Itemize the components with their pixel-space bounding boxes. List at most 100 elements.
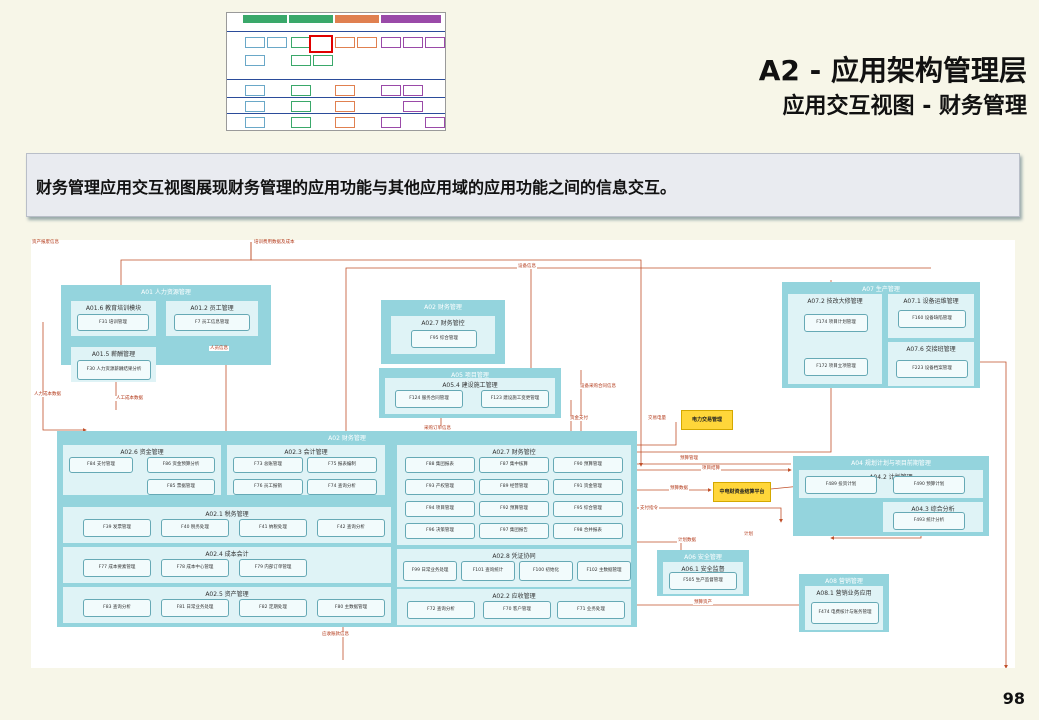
function-node[interactable]: F80 主数据管理 [317,599,385,617]
subdomain-box: A02.7 财务管控 F88 集团报表 F87 集中核算 F90 预算管理 F93 产权… [397,445,631,545]
subdomain-label: A07.6 交接班管理 [906,346,956,353]
function-node[interactable]: F78 成本中心管理 [161,559,229,577]
subdomain-box: A01.5 薪酬管理 F30 人力资源薪酬结果分析 [71,347,156,382]
function-node[interactable]: F75 报表编制 [307,457,377,473]
function-node[interactable]: F39 发票管理 [83,519,151,537]
edge-label: 交易电量 [647,416,667,421]
function-node[interactable]: F96 决策管理 [405,523,475,539]
subdomain-box: A05.4 建设施工管理 F124 服务合同管理 F123 建设施工变更管理 [385,378,555,414]
external-system-box[interactable]: 电力交易管理 [681,410,733,430]
edge-label: 培训费用数据及成本 [253,240,296,245]
function-node[interactable]: F82 定期处理 [239,599,307,617]
function-node[interactable]: F172 项目立项管理 [804,358,868,376]
function-node[interactable]: F223 设备档案管理 [896,360,968,378]
domain-label: A01 人力资源管理 [141,289,191,296]
function-node[interactable]: F95 综合管理 [553,501,623,517]
thumb-node [245,55,265,66]
function-node[interactable]: F174 项目计划管理 [804,314,868,332]
external-system-box[interactable]: 中电财资金结算平台 [713,482,771,502]
subdomain-box: A06.1 安全监督 F505 生产监督管理 [663,562,743,594]
function-node[interactable]: F70 客户管理 [483,601,551,619]
thumb-header-2 [289,15,333,23]
function-node[interactable]: F41 纳税处理 [239,519,307,537]
function-node[interactable]: F94 项目管理 [405,501,475,517]
thumb-row [227,113,445,114]
subdomain-box: A02.7 财务管控 F95 综合管理 [391,316,495,354]
function-node[interactable]: F93 产权管理 [405,479,475,495]
subdomain-label: A02.6 资金管理 [120,449,164,456]
thumb-node [403,85,423,96]
domain-box: A02 财务管理 A02.6 资金管理 F84 支付管理 F86 资金预算分析 F85 … [57,431,637,627]
thumb-header-1 [243,15,287,23]
function-node[interactable]: F474 电费核计与账务管理 [811,602,879,624]
function-node[interactable]: F74 查询分析 [307,479,377,495]
thumb-node [425,117,445,128]
function-node[interactable]: F100 初始化 [519,561,573,581]
function-node[interactable]: F90 预算管理 [553,457,623,473]
thumb-row [227,31,445,32]
function-node[interactable]: F489 投资计划 [805,476,877,494]
function-node[interactable]: F85 票据管理 [147,479,215,495]
function-node[interactable]: F72 查询分析 [407,601,475,619]
subdomain-label: A02.7 财务管控 [492,449,536,456]
function-node[interactable]: F84 支付管理 [69,457,133,473]
function-node[interactable]: F102 主数据管理 [577,561,631,581]
title-line-1: A2 - 应用架构管理层 [758,54,1027,87]
thumb-node [403,37,423,48]
domain-box: A02 财务管理 A02.7 财务管控 F95 综合管理 [381,300,505,364]
edge-label: 资产报废信息 [31,240,60,245]
function-node[interactable]: F81 日常业务处理 [161,599,229,617]
function-node[interactable]: F7 员工信息管理 [174,314,250,331]
subdomain-box: A02.6 资金管理 F84 支付管理 F86 资金预算分析 F85 票据管理 [63,445,221,495]
thumb-row [227,79,445,80]
function-node[interactable]: F101 查询统计 [461,561,515,581]
subdomain-label: A07.2 技改大修管理 [807,298,863,305]
thumb-node [245,37,265,48]
function-node[interactable]: F83 查询分析 [83,599,151,617]
function-node[interactable]: F31 培训管理 [77,314,149,331]
subdomain-label: A02.7 财务管控 [421,320,465,327]
function-node[interactable]: F91 资金管理 [553,479,623,495]
function-node[interactable]: F86 资金预算分析 [147,457,215,473]
function-node[interactable]: F76 员工报销 [233,479,303,495]
domain-box: A06 安全管理 A06.1 安全监督 F505 生产监督管理 [657,550,749,596]
function-node[interactable]: F124 服务合同管理 [395,390,463,408]
function-node[interactable]: F99 日常业务处理 [403,561,457,581]
function-node[interactable]: F92 预算管理 [479,501,549,517]
overview-thumbnail[interactable] [226,12,446,131]
function-node[interactable]: F40 税务处理 [161,519,229,537]
thumb-node [335,37,355,48]
function-node[interactable]: F73 总账管理 [233,457,303,473]
function-node[interactable]: F97 集团报告 [479,523,549,539]
function-node[interactable]: F71 业务处理 [557,601,625,619]
function-node[interactable]: F89 经营管理 [479,479,549,495]
edge-label: 预算管理 [679,456,699,461]
thumb-node [313,55,333,66]
function-node[interactable]: F79 内部订单管理 [239,559,307,577]
edge-label: 设备采购合同信息 [579,384,617,389]
subdomain-box: A07.6 交接班管理 F223 设备档案管理 [888,342,974,386]
function-node[interactable]: F87 集中核算 [479,457,549,473]
function-node[interactable]: F160 设备缺陷管理 [898,310,966,328]
subdomain-label: A02.3 会计管理 [284,449,328,456]
thumb-node [245,101,265,112]
domain-label: A04 规划计划与项目前期管理 [851,460,931,467]
function-node[interactable]: F123 建设施工变更管理 [481,390,549,408]
function-node[interactable]: F505 生产监督管理 [669,572,737,590]
thumb-node [335,85,355,96]
thumb-node [403,101,423,112]
function-node[interactable]: F77 成本要素管理 [83,559,151,577]
function-node[interactable]: F30 人力资源薪酬结果分析 [77,360,151,380]
thumb-node [291,55,311,66]
thumb-node [357,37,377,48]
subdomain-box: A07.2 技改大修管理 F174 项目计划管理 F172 项目立项管理 [788,294,882,384]
function-node[interactable]: F98 合并报表 [553,523,623,539]
function-node[interactable]: F88 集团报表 [405,457,475,473]
thumb-node [335,117,355,128]
function-node[interactable]: F95 综合管理 [411,330,477,348]
edge-label: 人力成本数据 [33,392,62,397]
function-node[interactable]: F490 预算计划 [893,476,965,494]
function-node[interactable]: F42 查询分析 [317,519,385,537]
edge-label: 预算数据 [669,486,689,491]
function-node[interactable]: F493 统计分析 [893,512,965,530]
